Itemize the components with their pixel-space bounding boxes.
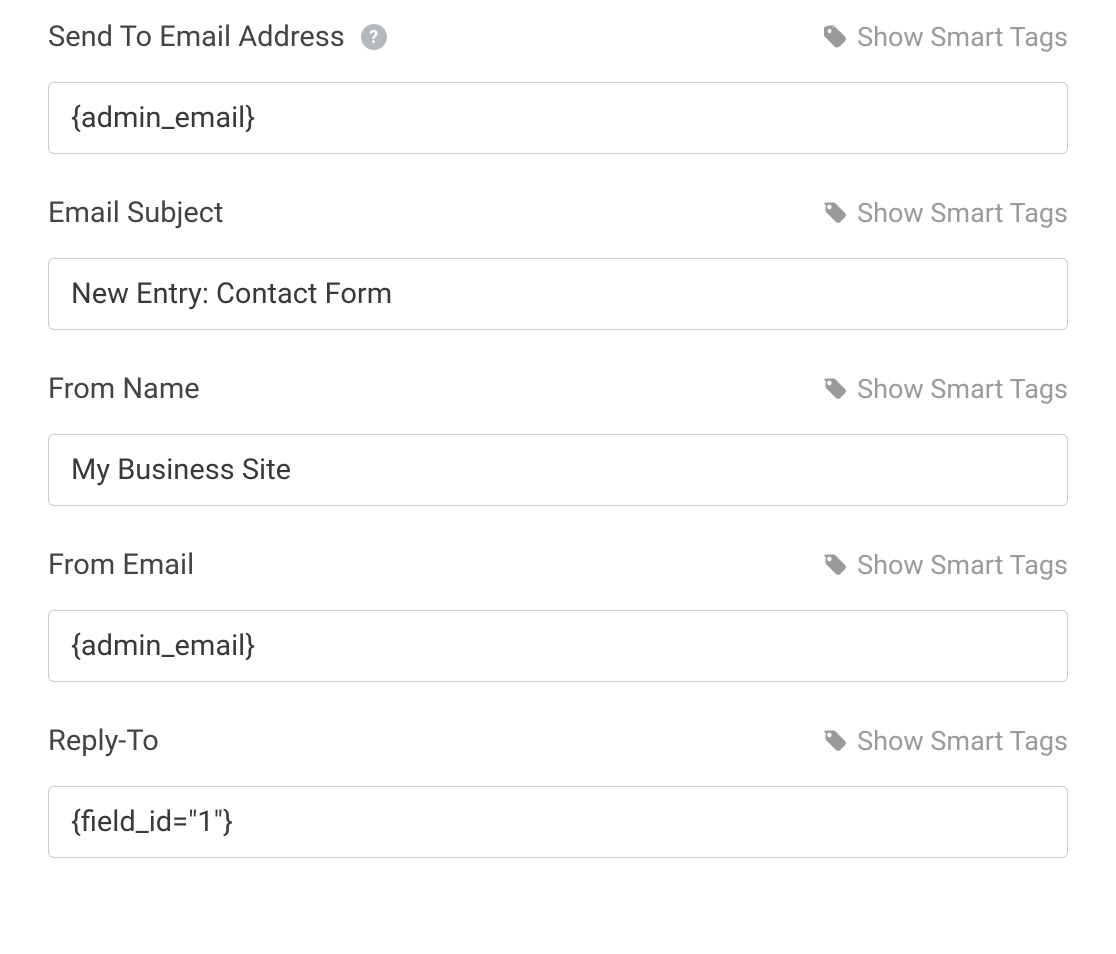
tag-icon	[823, 376, 849, 402]
field-label-reply-to: Reply-To	[48, 724, 159, 758]
field-group-send-to: Send To Email Address ? Show Smart Tags	[48, 20, 1068, 154]
show-smart-tags-link[interactable]: Show Smart Tags	[823, 549, 1068, 581]
field-header: Reply-To Show Smart Tags	[48, 724, 1068, 758]
field-label-email-subject: Email Subject	[48, 196, 223, 230]
show-smart-tags-link[interactable]: Show Smart Tags	[823, 725, 1068, 757]
field-label-from-email: From Email	[48, 548, 194, 582]
smart-tags-label: Show Smart Tags	[857, 373, 1068, 405]
field-header-left: From Name	[48, 372, 200, 406]
field-header: Send To Email Address ? Show Smart Tags	[48, 20, 1068, 54]
smart-tags-label: Show Smart Tags	[857, 549, 1068, 581]
tag-icon	[823, 552, 849, 578]
field-header-left: From Email	[48, 548, 194, 582]
field-group-from-email: From Email Show Smart Tags	[48, 548, 1068, 682]
field-group-reply-to: Reply-To Show Smart Tags	[48, 724, 1068, 858]
smart-tags-label: Show Smart Tags	[857, 725, 1068, 757]
smart-tags-label: Show Smart Tags	[857, 21, 1068, 53]
show-smart-tags-link[interactable]: Show Smart Tags	[823, 197, 1068, 229]
help-icon[interactable]: ?	[361, 24, 387, 50]
email-subject-input[interactable]	[48, 258, 1068, 330]
field-header: From Email Show Smart Tags	[48, 548, 1068, 582]
show-smart-tags-link[interactable]: Show Smart Tags	[823, 21, 1068, 53]
field-header: Email Subject Show Smart Tags	[48, 196, 1068, 230]
field-header-left: Email Subject	[48, 196, 223, 230]
tag-icon	[823, 728, 849, 754]
smart-tags-label: Show Smart Tags	[857, 197, 1068, 229]
from-name-input[interactable]	[48, 434, 1068, 506]
field-header: From Name Show Smart Tags	[48, 372, 1068, 406]
reply-to-input[interactable]	[48, 786, 1068, 858]
field-group-email-subject: Email Subject Show Smart Tags	[48, 196, 1068, 330]
tag-icon	[823, 200, 849, 226]
field-group-from-name: From Name Show Smart Tags	[48, 372, 1068, 506]
field-header-left: Reply-To	[48, 724, 159, 758]
field-header-left: Send To Email Address ?	[48, 20, 387, 54]
send-to-input[interactable]	[48, 82, 1068, 154]
from-email-input[interactable]	[48, 610, 1068, 682]
field-label-from-name: From Name	[48, 372, 200, 406]
show-smart-tags-link[interactable]: Show Smart Tags	[823, 373, 1068, 405]
tag-icon	[823, 24, 849, 50]
field-label-send-to: Send To Email Address	[48, 20, 345, 54]
